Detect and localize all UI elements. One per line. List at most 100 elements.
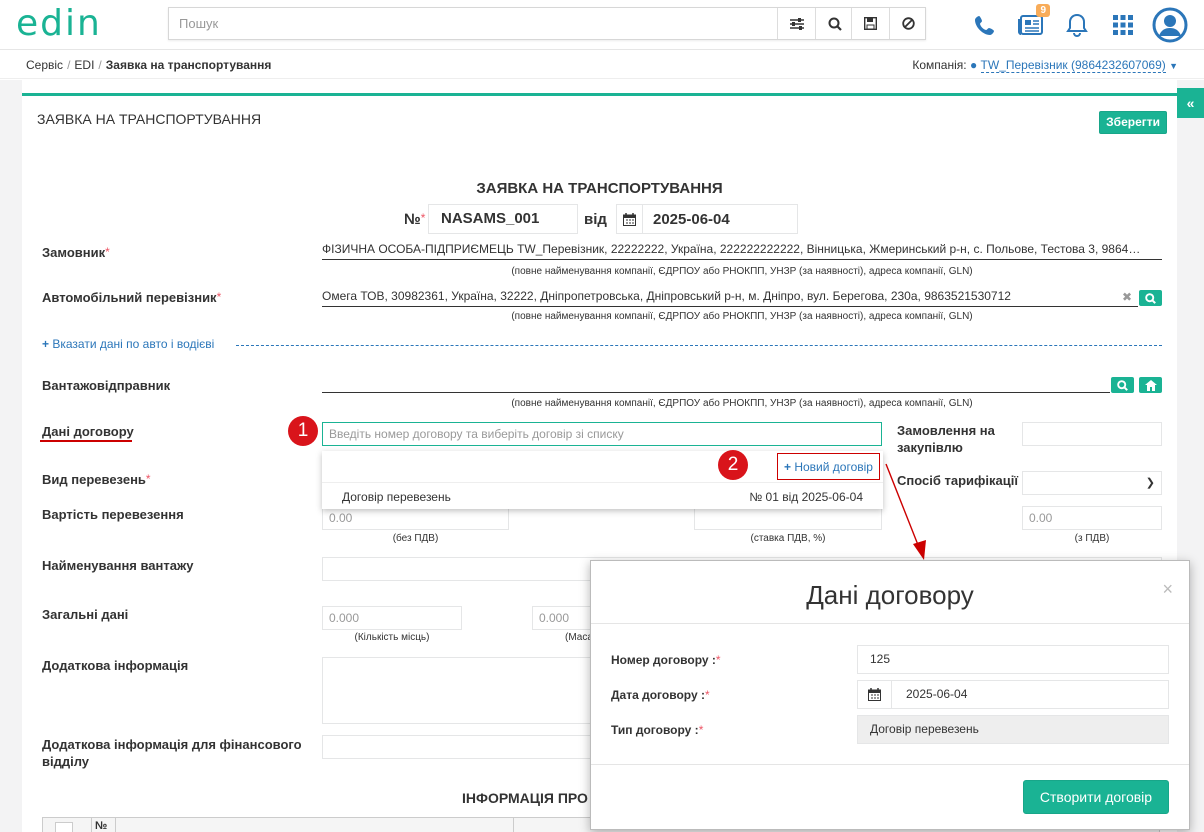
carrier-label: Автомобільний перевізник*: [42, 290, 222, 305]
shipper-home-button[interactable]: [1139, 377, 1162, 393]
dropdown-divider: [322, 482, 883, 483]
modal-footer-divider: [591, 764, 1189, 765]
document-title: ЗАЯВКА НА ТРАНСПОРТУВАННЯ: [476, 180, 723, 197]
contract-modal: Дані договору × Номер договору :* 125 Да…: [590, 560, 1190, 830]
chevron-down-icon: ❯: [1145, 477, 1155, 489]
contract-type-label: Тип договору :*: [611, 723, 704, 737]
calendar-icon[interactable]: [858, 681, 892, 708]
cost-vat-input[interactable]: 0.00: [1022, 506, 1162, 530]
shipper-label: Вантажовідправник: [42, 378, 171, 393]
save-search-button[interactable]: [851, 8, 889, 39]
cost-label: Вартість перевезення: [42, 507, 184, 522]
modal-title: Дані договору: [806, 580, 974, 610]
apps-grid-icon[interactable]: [1108, 10, 1138, 40]
floppy-icon: [864, 17, 877, 30]
plus-icon: +: [784, 459, 795, 474]
bell-icon[interactable]: [1062, 10, 1092, 40]
new-contract-button[interactable]: + Новий договір: [777, 453, 880, 480]
carrier-field[interactable]: Омега ТОВ, 30982361, Україна, 32222, Дні…: [322, 289, 1138, 307]
vat-rate-select[interactable]: [694, 506, 882, 530]
user-icon: ●: [969, 58, 978, 72]
shipper-field[interactable]: [322, 375, 1110, 393]
clear-x-icon[interactable]: ✖: [1122, 290, 1132, 304]
shipper-hint: (повне найменування компанії, ЄДРПОУ або…: [511, 398, 973, 409]
purchase-order-input[interactable]: [1022, 422, 1162, 446]
company-label: Компанія:: [912, 58, 967, 72]
breadcrumb: Сервіс / EDI / Заявка на транспортування Ком…: [0, 51, 1204, 79]
cost-hint: (без ПДВ): [392, 533, 439, 544]
contract-date-label: Дата договору :*: [611, 688, 710, 702]
create-contract-button[interactable]: Створити договір: [1023, 780, 1169, 814]
contract-date-value: 2025-06-04: [906, 687, 968, 701]
contract-type-input: Договір перевезень: [857, 715, 1169, 744]
cargo-name-label: Найменування вантажу: [42, 558, 194, 573]
save-button[interactable]: Зберегти: [1099, 111, 1167, 134]
add-vehicle-link[interactable]: + Вказати дані по авто і водієві: [42, 337, 214, 351]
contract-input[interactable]: Введіть номер договору та виберіть догов…: [322, 422, 882, 446]
close-icon[interactable]: ×: [1162, 579, 1173, 600]
news-icon[interactable]: 9: [1016, 4, 1050, 40]
avatar-icon[interactable]: [1152, 7, 1188, 43]
table-col-no: №: [95, 820, 108, 832]
left-gutter: [0, 80, 22, 832]
modal-divider: [591, 623, 1189, 624]
cargo-info-title: ІНФОРМАЦІЯ ПРО: [462, 790, 588, 806]
search-icon: [1117, 379, 1128, 391]
ban-icon: [902, 17, 915, 30]
arrow-annotation: [885, 463, 926, 560]
sliders-icon: [789, 17, 804, 30]
select-all-checkbox[interactable]: [55, 822, 73, 832]
sidebar-toggle-button[interactable]: «: [1177, 88, 1204, 118]
breadcrumb-edi[interactable]: EDI: [74, 58, 94, 72]
number-label: №*: [404, 211, 426, 228]
purchase-order-label: Замовлення на закупівлю: [897, 423, 995, 455]
step-marker-2: 2: [718, 450, 748, 480]
dashed-divider: [236, 345, 1162, 346]
contract-number-input[interactable]: 125: [857, 645, 1169, 674]
plus-icon: +: [42, 337, 50, 351]
top-bar: edin 9: [0, 0, 1204, 50]
date-label: від: [584, 211, 607, 228]
places-input[interactable]: 0.000: [322, 606, 462, 630]
transport-type-label: Вид перевезень*: [42, 472, 151, 487]
search-button[interactable]: [815, 8, 853, 39]
search-icon: [828, 17, 842, 31]
panel-title: ЗАЯВКА НА ТРАНСПОРТУВАННЯ: [37, 111, 262, 127]
edin-logo[interactable]: edin: [16, 4, 102, 44]
cost-input[interactable]: 0.00: [322, 506, 509, 530]
company-selector[interactable]: TW_Перевізник (9864232607069): [980, 58, 1166, 73]
contract-date-input[interactable]: 2025-06-04: [857, 680, 1169, 709]
search-input[interactable]: [169, 8, 777, 39]
contract-option-number[interactable]: № 01 від 2025-06-04: [749, 490, 863, 504]
tariff-select[interactable]: ❯: [1022, 471, 1162, 495]
document-number-input[interactable]: NASAMS_001: [428, 204, 578, 234]
shipper-search-button[interactable]: [1111, 377, 1134, 393]
general-label: Загальні дані: [42, 607, 129, 622]
carrier-search-button[interactable]: [1139, 290, 1162, 306]
search-icon: [1145, 292, 1156, 304]
notifications-badge: 9: [1036, 4, 1050, 17]
contract-label-underline: [40, 440, 132, 442]
breadcrumb-service[interactable]: Сервіс: [26, 58, 63, 72]
step-marker-1: 1: [288, 416, 318, 446]
filter-button[interactable]: [777, 8, 815, 39]
breadcrumb-current: Заявка на транспортування: [105, 58, 272, 72]
customer-label: Замовник*: [42, 245, 110, 260]
carrier-hint: (повне найменування компанії, ЄДРПОУ або…: [511, 311, 973, 322]
phone-icon[interactable]: [970, 10, 1000, 40]
double-chevron-left-icon: «: [1186, 95, 1195, 111]
clear-search-button[interactable]: [889, 8, 927, 39]
document-date-value: 2025-06-04: [653, 211, 730, 228]
customer-field[interactable]: ФІЗИЧНА ОСОБА-ПІДПРИЄМЕЦЬ TW_Перевізник,…: [322, 242, 1162, 260]
search-bar: [168, 7, 926, 40]
finance-info-label: Додаткова інформація для фінансового від…: [42, 737, 302, 769]
contract-option-name[interactable]: Договір перевезень: [342, 490, 451, 504]
home-icon: [1144, 379, 1157, 391]
document-date-input[interactable]: 2025-06-04: [616, 204, 798, 234]
vat-rate-hint: (ставка ПДВ, %): [750, 533, 826, 544]
contract-number-label: Номер договору :*: [611, 653, 721, 667]
places-hint: (Кількість місць): [354, 632, 430, 643]
calendar-icon[interactable]: [617, 205, 643, 233]
contract-label: Дані договору: [42, 424, 134, 439]
customer-hint: (повне найменування компанії, ЄДРПОУ або…: [511, 266, 973, 277]
